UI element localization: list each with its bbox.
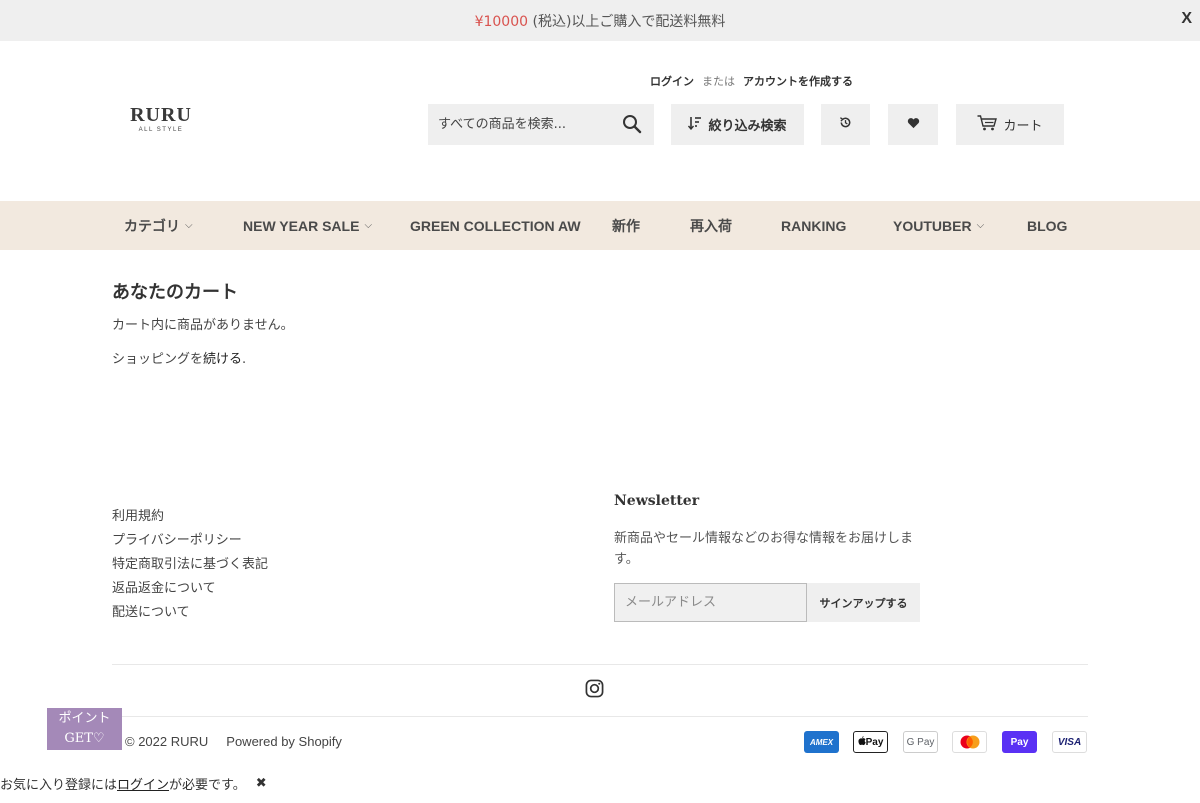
footer-link-privacy[interactable]: プライバシーポリシー (112, 532, 268, 556)
newsletter-title: Newsletter (614, 493, 700, 509)
nav-item-label: NEW YEAR SALE (243, 217, 360, 234)
visa-label: VISA (1057, 736, 1082, 748)
footer-divider (112, 716, 1088, 717)
main-nav: カテゴリ ⌵ NEW YEAR SALE ⌵ GREEN COLLECTION … (0, 201, 1200, 250)
mastercard-icon (952, 731, 987, 753)
visa-icon: VISA (1052, 731, 1087, 753)
login-link[interactable]: ログイン (650, 73, 694, 89)
instagram-icon[interactable] (585, 679, 604, 702)
nav-item-label: 再入荷 (690, 217, 732, 234)
announcement-text: ¥10000 (税込)以上ご購入で配送料無料 (475, 11, 726, 31)
history-icon (839, 116, 852, 133)
announcement-price: ¥10000 (474, 13, 529, 30)
newsletter-signup-button[interactable]: サインアップする (807, 583, 920, 622)
footer-divider (112, 664, 1088, 665)
newsletter-description: 新商品やセール情報などのお得な情報をお届けします。 (614, 531, 914, 567)
apple-logo-icon (858, 735, 866, 749)
nav-item-label: カテゴリ (124, 217, 180, 234)
point-get-badge[interactable]: ポイント GET♡ (47, 708, 122, 750)
logo-wordmark: RURU (130, 104, 192, 126)
amex-icon: AMEX (804, 731, 839, 753)
filter-search-label: 絞り込み検索 (708, 119, 787, 134)
search-box (428, 104, 654, 145)
favorite-login-notice: お気に入り登録には ログイン が必要です。 ✖ (0, 774, 267, 793)
shop-pay-label: Pay (1010, 736, 1029, 748)
create-account-link[interactable]: アカウントを作成する (743, 73, 853, 89)
nav-item-green-collection[interactable]: GREEN COLLECTION AW (410, 201, 581, 250)
announcement-bar: ¥10000 (税込)以上ご購入で配送料無料 X (0, 0, 1200, 41)
logo[interactable]: RURU ALL STYLE (126, 105, 196, 133)
footer-link-terms[interactable]: 利用規約 (112, 508, 268, 532)
nav-item-category[interactable]: カテゴリ ⌵ (124, 201, 193, 250)
account-links: ログイン または アカウントを作成する (650, 73, 853, 89)
apple-pay-label: Pay (865, 736, 884, 748)
nav-item-blog[interactable]: BLOG (1027, 201, 1067, 250)
sort-filter-icon (688, 116, 702, 134)
nav-item-new-year-sale[interactable]: NEW YEAR SALE ⌵ (243, 201, 372, 250)
account-or-text: または (702, 75, 735, 88)
copyright-text: © 2022 RURU (125, 734, 209, 749)
nav-item-label: RANKING (781, 217, 847, 234)
nav-item-label: 新作 (612, 217, 640, 234)
google-pay-icon: G Pay (903, 731, 938, 753)
google-pay-label: G Pay (906, 736, 935, 748)
filter-search-button[interactable]: 絞り込み検索 (671, 104, 804, 145)
fav-notice-close-icon[interactable]: ✖ (256, 776, 267, 791)
cart-icon (977, 114, 998, 135)
fav-notice-login-link[interactable]: ログイン (117, 774, 169, 793)
continue-prefix: ショッピングを (112, 352, 204, 367)
fav-notice-prefix: お気に入り登録には (0, 778, 118, 793)
continue-shopping: ショッピングを続ける. (112, 348, 246, 367)
announcement-message: (税込)以上ご購入で配送料無料 (528, 13, 726, 30)
history-button[interactable] (821, 104, 870, 145)
apple-pay-icon: Pay (853, 731, 888, 753)
favorites-button[interactable] (888, 104, 938, 145)
continue-shopping-link[interactable]: 続ける (203, 352, 242, 367)
point-badge-line1: ポイント (58, 711, 111, 726)
shop-pay-icon: Pay (1002, 731, 1037, 753)
search-input[interactable] (438, 117, 616, 132)
nav-item-youtuber[interactable]: YOUTUBER ⌵ (893, 201, 984, 250)
footer-link-returns[interactable]: 返品返金について (112, 580, 268, 604)
announcement-close-button[interactable]: X (1181, 10, 1192, 28)
nav-item-ranking[interactable]: RANKING (781, 201, 846, 250)
newsletter-email-input[interactable] (614, 583, 807, 622)
copyright: © 2022 RURU Powered by Shopify (125, 734, 342, 749)
fav-notice-suffix: が必要です。 (169, 778, 246, 793)
footer-links: 利用規約 プライバシーポリシー 特定商取引法に基づく表記 返品返金について 配送… (112, 508, 268, 628)
chevron-down-icon: ⌵ (364, 220, 373, 231)
amex-label: AMEX (809, 737, 834, 747)
nav-item-new[interactable]: 新作 (612, 201, 640, 250)
powered-by-shopify-link[interactable]: Powered by Shopify (226, 734, 342, 749)
cart-empty-message: カート内に商品がありません。 (112, 318, 294, 333)
chevron-down-icon: ⌵ (976, 220, 985, 231)
cart-label: カート (1003, 119, 1043, 134)
chevron-down-icon: ⌵ (185, 220, 193, 231)
point-badge-line2: GET♡ (64, 731, 105, 746)
footer-link-commerce-law[interactable]: 特定商取引法に基づく表記 (112, 556, 268, 580)
search-icon[interactable] (622, 114, 642, 138)
nav-item-label: YOUTUBER (893, 217, 972, 234)
continue-suffix: . (242, 352, 247, 367)
nav-item-restock[interactable]: 再入荷 (690, 201, 732, 250)
page-title: あなたのカート (112, 282, 238, 303)
heart-icon (907, 117, 920, 133)
footer-link-shipping[interactable]: 配送について (112, 604, 268, 628)
nav-item-label: BLOG (1027, 217, 1068, 234)
nav-item-label: GREEN COLLECTION AW (410, 217, 581, 234)
cart-button[interactable]: カート (956, 104, 1064, 145)
logo-tagline: ALL STYLE (138, 127, 184, 133)
